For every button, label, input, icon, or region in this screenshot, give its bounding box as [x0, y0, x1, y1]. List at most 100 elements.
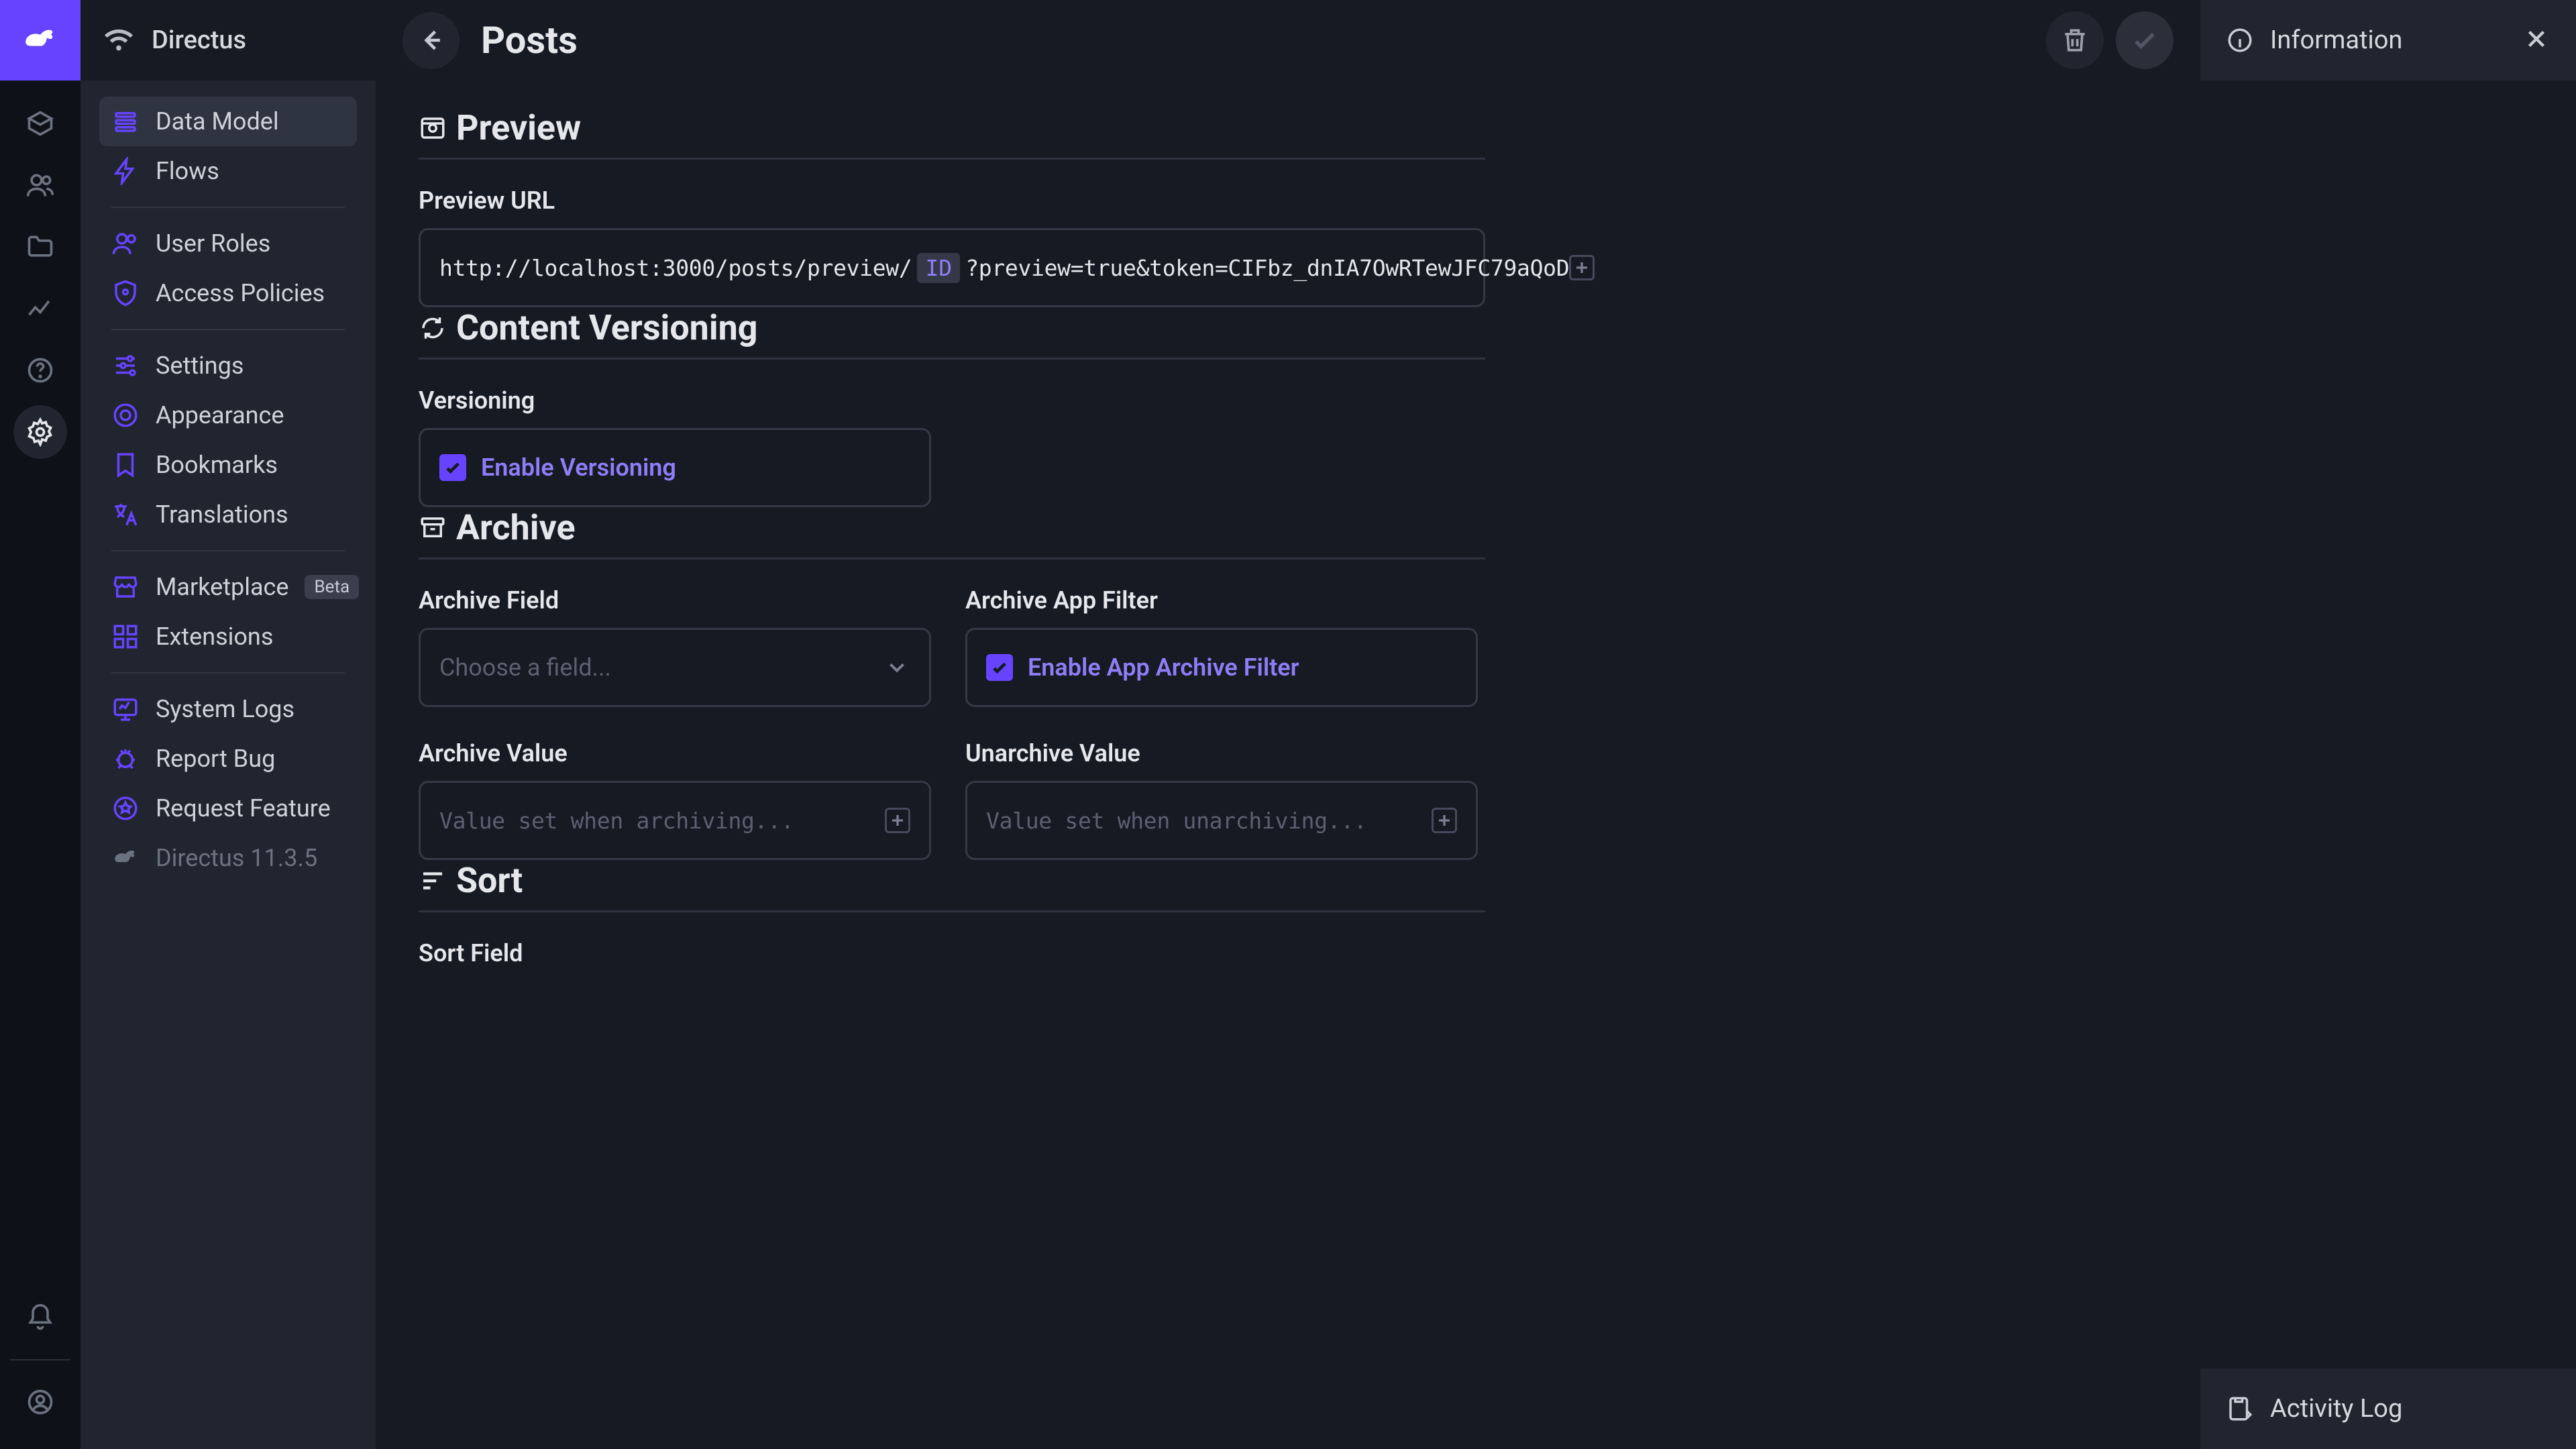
brand-logo[interactable]: [0, 0, 80, 80]
plus-icon: [887, 808, 908, 833]
sidebar-item-user-roles[interactable]: User Roles: [99, 219, 357, 268]
sidebar-item-request-feature[interactable]: Request Feature: [99, 784, 357, 833]
archive-value-input[interactable]: Value set when archiving...: [419, 781, 931, 860]
sidebar-item-label: Access Policies: [156, 279, 325, 307]
sidebar-item-appearance[interactable]: Appearance: [99, 390, 357, 440]
plus-icon: [1571, 255, 1593, 280]
field-label-versioning: Versioning: [419, 386, 1485, 415]
page-title: Posts: [481, 18, 578, 62]
enable-app-archive-filter-checkbox[interactable]: Enable App Archive Filter: [965, 628, 1478, 707]
field-label-sort-field: Sort Field: [419, 939, 1485, 967]
list-icon: [111, 107, 140, 136]
preview-url-post: ?preview=true&token=CIFbz_dnIA7OwRTewJFC…: [965, 255, 1569, 281]
sidebar-item-data-model[interactable]: Data Model: [99, 97, 357, 146]
translate-icon: [111, 500, 140, 529]
sidebar-item-access-policies[interactable]: Access Policies: [99, 268, 357, 318]
beta-badge: Beta: [305, 575, 359, 599]
checkbox-checked-icon: [439, 454, 466, 481]
sidebar-item-label: Bookmarks: [156, 451, 278, 479]
box-icon: [25, 109, 55, 138]
sidebar-item-bookmarks[interactable]: Bookmarks: [99, 440, 357, 490]
add-variable-button[interactable]: [1432, 808, 1457, 833]
sidebar-item-label: Data Model: [156, 107, 279, 136]
sidebar-item-marketplace[interactable]: Marketplace Beta: [99, 562, 357, 612]
chart-icon: [25, 294, 55, 323]
rail-item-settings[interactable]: [13, 405, 67, 459]
check-icon: [2130, 25, 2159, 55]
rail-item-files[interactable]: [13, 220, 67, 274]
rail-item-insights[interactable]: [13, 282, 67, 335]
rail-item-content[interactable]: [13, 97, 67, 150]
enable-versioning-checkbox[interactable]: Enable Versioning: [419, 428, 931, 507]
archive-field-select[interactable]: Choose a field...: [419, 628, 931, 707]
topbar: Posts: [376, 0, 2200, 80]
sidebar-divider: [111, 672, 345, 674]
section-versioning: Content Versioning Versioning Enable Ver…: [419, 307, 1485, 507]
section-title: Preview: [456, 107, 581, 148]
rabbit-icon: [111, 844, 140, 872]
monitor-icon: [111, 695, 140, 723]
sidebar-item-settings[interactable]: Settings: [99, 341, 357, 390]
store-icon: [111, 573, 140, 601]
rail-notifications[interactable]: [13, 1291, 67, 1344]
bolt-icon: [111, 157, 140, 185]
right-panel-header: Information: [2200, 0, 2576, 80]
rail-item-help[interactable]: [13, 343, 67, 397]
back-button[interactable]: [402, 12, 460, 69]
sidebar-divider: [111, 207, 345, 208]
sidebar-item-translations[interactable]: Translations: [99, 490, 357, 539]
section-title: Content Versioning: [456, 307, 757, 348]
preview-icon: [419, 114, 447, 142]
right-panel-body: [2200, 80, 2576, 1368]
app-name: Directus: [152, 25, 246, 55]
rail-item-users[interactable]: [13, 158, 67, 212]
preview-url-pre: http://localhost:3000/posts/preview/: [439, 255, 912, 281]
add-variable-button[interactable]: [885, 808, 910, 833]
plus-icon: [1434, 808, 1455, 833]
sidebar-item-label: Flows: [156, 157, 219, 185]
preview-url-input[interactable]: http://localhost:3000/posts/preview/ ID …: [419, 228, 1485, 307]
section-preview: Preview Preview URL http://localhost:300…: [419, 107, 1485, 307]
input-placeholder: Value set when archiving...: [439, 808, 794, 834]
right-panel-title: Information: [2270, 25, 2402, 55]
section-heading: Content Versioning: [419, 307, 1485, 360]
field-label-archive-field: Archive Field: [419, 586, 938, 614]
sidebar-item-flows[interactable]: Flows: [99, 146, 357, 196]
preview-url-tag[interactable]: ID: [917, 253, 960, 283]
checkbox-checked-icon: [986, 654, 1013, 681]
activity-log-label: Activity Log: [2270, 1394, 2402, 1424]
sidebar-item-report-bug[interactable]: Report Bug: [99, 734, 357, 784]
sidebar-item-extensions[interactable]: Extensions: [99, 612, 357, 661]
bell-icon: [25, 1303, 55, 1332]
close-icon: [2522, 25, 2551, 53]
sidebar-list: Data Model Flows User Roles Access Polic…: [80, 80, 376, 883]
settings-sidebar: Directus Data Model Flows User Roles Acc…: [80, 0, 376, 1449]
rail-account[interactable]: [13, 1375, 67, 1429]
trash-icon: [2060, 25, 2090, 55]
sidebar-item-label: Extensions: [156, 623, 273, 651]
unarchive-value-input[interactable]: Value set when unarchiving...: [965, 781, 1478, 860]
chevron-down-icon: [883, 654, 910, 681]
sidebar-item-label: System Logs: [156, 695, 294, 723]
wifi-icon: [103, 25, 134, 56]
close-button[interactable]: [2522, 25, 2551, 56]
input-placeholder: Value set when unarchiving...: [986, 808, 1366, 834]
delete-button[interactable]: [2046, 11, 2104, 69]
add-variable-button[interactable]: [1569, 255, 1595, 280]
users-icon: [25, 170, 55, 200]
sidebar-item-label: Appearance: [156, 401, 284, 429]
rail-divider: [10, 1359, 70, 1360]
section-sort: Sort Sort Field: [419, 860, 1485, 967]
sidebar-item-label: Settings: [156, 352, 244, 380]
field-label-unarchive-value: Unarchive Value: [965, 739, 1485, 767]
sidebar-item-system-logs[interactable]: System Logs: [99, 684, 357, 734]
activity-icon: [2226, 1395, 2254, 1423]
save-button[interactable]: [2116, 11, 2174, 69]
right-panel: Information Activity Log: [2200, 0, 2576, 1449]
help-icon: [25, 356, 55, 385]
sidebar-item-label: Marketplace: [156, 573, 288, 601]
right-panel-footer[interactable]: Activity Log: [2200, 1368, 2576, 1449]
sidebar-divider: [111, 329, 345, 330]
field-label-archive-value: Archive Value: [419, 739, 938, 767]
checkbox-label: Enable Versioning: [481, 453, 676, 482]
